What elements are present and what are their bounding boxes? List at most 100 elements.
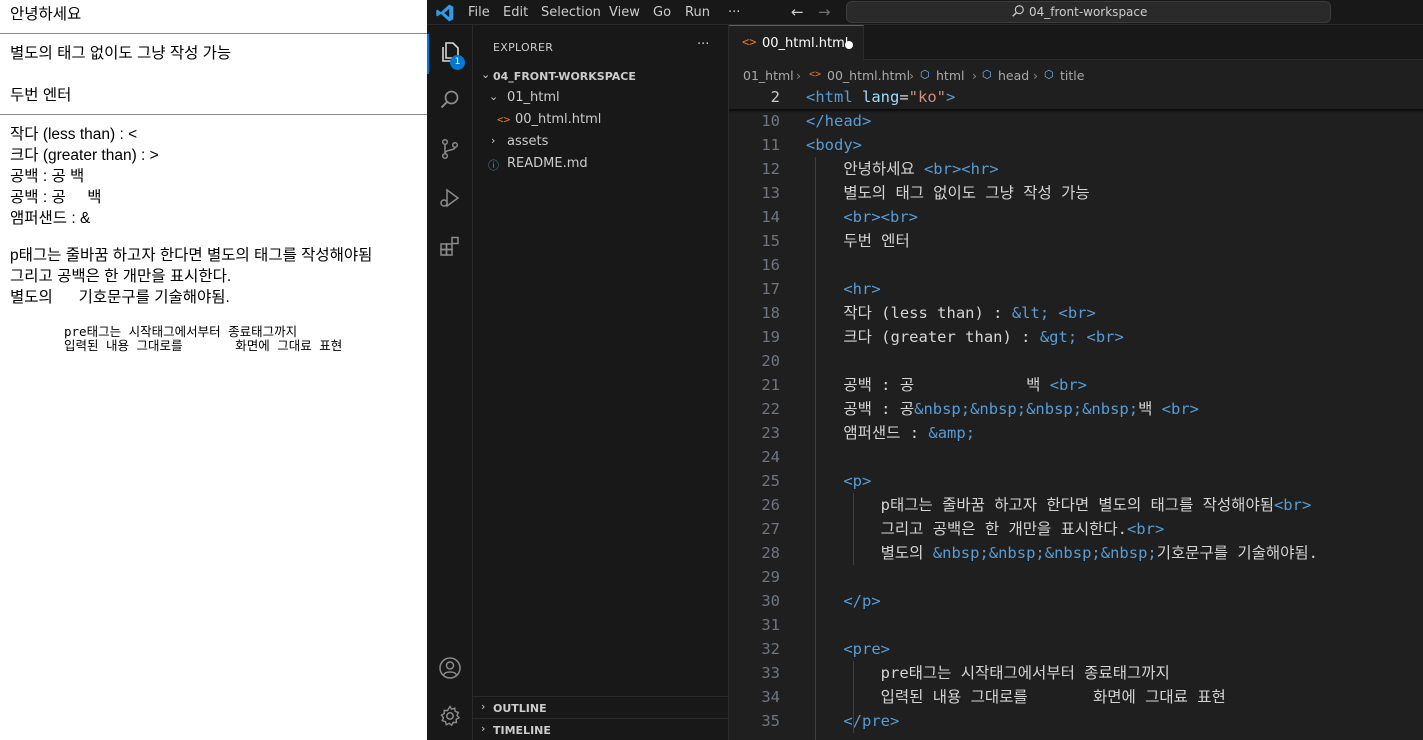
line-number: 15 (761, 232, 780, 250)
line-number: 2 (770, 88, 780, 106)
menu-go[interactable]: Go (653, 5, 671, 20)
extensions-icon[interactable] (438, 234, 462, 258)
html-file-icon: <> (497, 113, 511, 126)
sidebar-title: EXPLORER (493, 41, 554, 54)
preview-text: 별도의 태그 없이도 그냥 작성 가능 (10, 45, 232, 62)
more-actions-icon[interactable]: ··· (697, 37, 709, 52)
preview-text: 공백 : 공 백 (10, 168, 85, 185)
code-token: "ko" (908, 88, 946, 106)
source-control-icon[interactable] (438, 137, 462, 161)
chevron-right-icon: › (481, 700, 486, 713)
code-line: 23 앰퍼샌드 : &amp; (729, 421, 1423, 445)
menu-file[interactable]: File (468, 5, 490, 20)
code-line: 33 pre태그는 시작태그에서부터 종료태그까지 (729, 661, 1423, 685)
timeline-label: TIMELINE (493, 724, 551, 737)
preview-text: 두번 엔터 (10, 87, 72, 104)
breadcrumb-item[interactable]: title (1060, 68, 1084, 83)
code-text: 별도의 태그 없이도 그냥 작성 가능 (806, 181, 1089, 205)
code-token: 앰퍼샌드 : (806, 424, 929, 442)
code-token: > (946, 88, 956, 106)
breadcrumb-item[interactable]: head (998, 68, 1029, 83)
tree-folder-label: assets (507, 134, 549, 149)
chevron-right-icon: › (491, 134, 496, 147)
code-text: 입력된 내용 그대로를 화면에 그대료 표현 (806, 685, 1226, 709)
menu-run[interactable]: Run (685, 5, 710, 20)
code-line: 32 <pre> (729, 637, 1423, 661)
tree-file-readme[interactable]: ⓘ README.md (473, 153, 728, 175)
info-icon: ⓘ (488, 159, 499, 172)
preview-hr (0, 114, 427, 115)
menu-view[interactable]: View (609, 5, 640, 20)
line-number: 18 (761, 304, 780, 322)
gear-icon[interactable] (438, 704, 462, 728)
code-line: 29 (729, 565, 1423, 589)
code-token: <br> (1161, 400, 1199, 418)
code-token: <br> (1058, 304, 1096, 322)
line-number: 30 (761, 592, 780, 610)
code-token: 크다 (greater than) : (806, 328, 1040, 346)
line-number: 14 (761, 208, 780, 226)
code-token: <br><hr> (923, 160, 999, 178)
account-icon[interactable] (438, 656, 462, 680)
search-icon[interactable] (438, 88, 462, 112)
code-line: 34 입력된 내용 그대로를 화면에 그대료 표현 (729, 685, 1423, 709)
arrow-right-icon[interactable]: → (818, 3, 831, 21)
code-token: &gt; (1039, 328, 1078, 346)
tab-bar: <> 00_html.html (729, 25, 1423, 61)
arrow-left-icon[interactable]: ← (791, 3, 804, 21)
line-number: 26 (761, 496, 780, 514)
breadcrumb: 01_html › <> 00_html.html › ⬡ html › ⬡ h… (729, 61, 1423, 83)
active-indicator (427, 34, 429, 74)
browser-preview: 안녕하세요 별도의 태그 없이도 그냥 작성 가능 두번 엔터 작다 (less… (0, 0, 427, 740)
line-number: 34 (761, 688, 780, 706)
code-token: 그리고 공백은 한 개만을 표시한다. (806, 520, 1127, 538)
breadcrumb-item[interactable]: 00_html.html (827, 68, 910, 83)
code-line: 12 안녕하세요 <br><hr> (729, 157, 1423, 181)
line-number: 20 (761, 352, 780, 370)
line-number: 27 (761, 520, 780, 538)
chevron-down-icon: ⌄ (489, 90, 499, 103)
code-text: pre태그는 시작태그에서부터 종료태그까지 (806, 661, 1170, 685)
code-editor[interactable]: 2 <html lang="ko"> 10 </head> 11 <body> 12 안녕하… (729, 85, 1423, 740)
line-number: 23 (761, 424, 780, 442)
run-debug-icon[interactable] (438, 186, 462, 210)
code-text: <body> (806, 133, 862, 157)
tree-file-html[interactable]: <> 00_html.html (473, 109, 728, 131)
menu-more[interactable]: ··· (728, 5, 740, 20)
code-line: 11 <body> (729, 133, 1423, 157)
code-token: 공백 : 공 백 (806, 376, 1050, 394)
code-token: 안녕하세요 (806, 160, 924, 178)
chevron-right-icon: › (796, 68, 801, 83)
tree-folder-assets[interactable]: › assets (473, 131, 728, 153)
tree-folder-01-html[interactable]: ⌄ 01_html (473, 87, 728, 109)
preview-paragraph: 그리고 공백은 한 개만을 표시한다. (10, 268, 232, 285)
symbol-element-icon: ⬡ (982, 68, 992, 81)
code-token: 입력된 내용 그대로를 화면에 그대료 표현 (806, 688, 1226, 706)
workspace-root[interactable]: ⌄ 04_FRONT-WORKSPACE (473, 65, 728, 87)
breadcrumb-item[interactable]: html (936, 68, 964, 83)
preview-text: 안녕하세요 (10, 6, 82, 23)
code-token: <hr> (843, 280, 881, 298)
outline-section[interactable]: › OUTLINE (473, 696, 728, 718)
breadcrumb-item[interactable]: 01_html (743, 68, 794, 83)
code-token: <br> (1273, 496, 1312, 514)
code-text: 두번 엔터 (806, 229, 909, 253)
menu-selection[interactable]: Selection (541, 5, 601, 20)
code-token: <br><br> (843, 208, 918, 226)
command-center-search[interactable]: 04_front-workspace (846, 1, 1331, 23)
code-token: 기호문구를 기술해야됨. (1156, 544, 1319, 562)
line-number: 31 (761, 616, 780, 634)
timeline-section[interactable]: › TIMELINE (473, 718, 728, 740)
tab-00-html[interactable]: <> 00_html.html (729, 25, 864, 61)
unsaved-dot-icon[interactable] (845, 41, 853, 49)
sticky-scroll-shadow (729, 109, 1423, 113)
code-text: 앰퍼샌드 : &amp; (806, 421, 975, 445)
tab-label: 00_html.html (762, 36, 849, 51)
code-token: <br> (1049, 376, 1088, 394)
menu-edit[interactable]: Edit (503, 5, 528, 20)
